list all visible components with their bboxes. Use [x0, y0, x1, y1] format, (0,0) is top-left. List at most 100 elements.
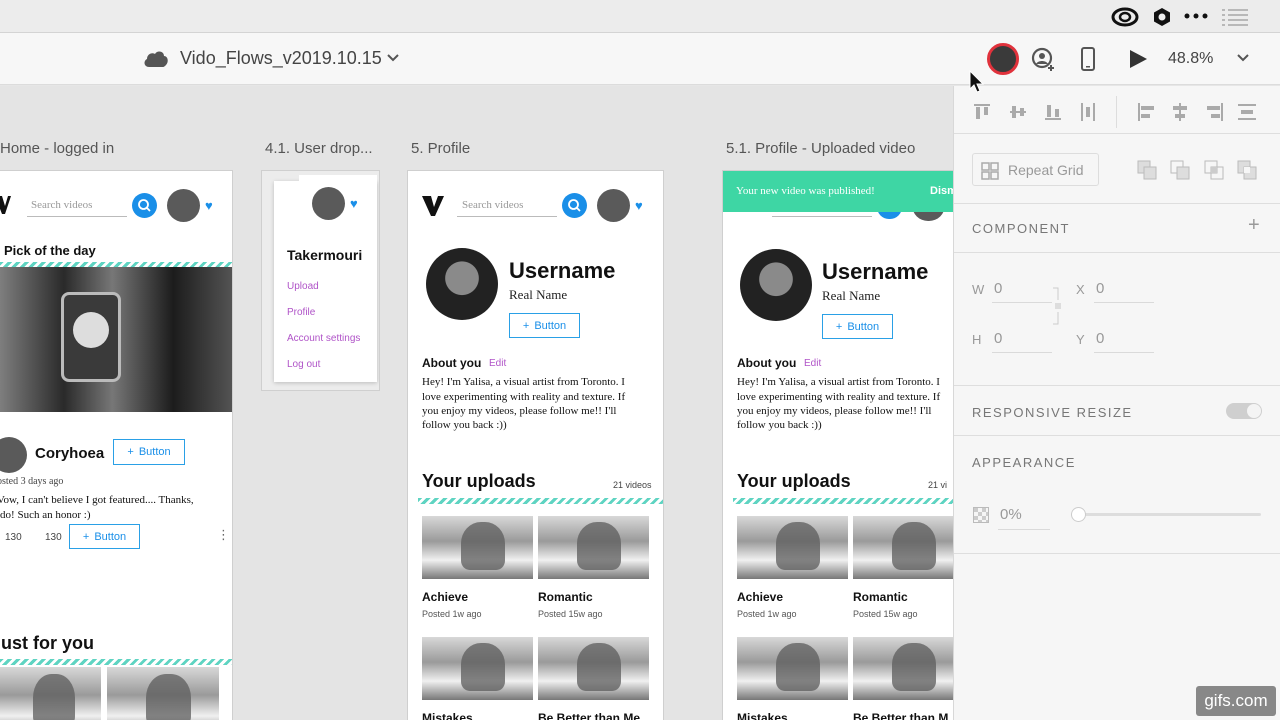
search-underline	[772, 216, 872, 217]
search-input[interactable]: Search videos	[31, 199, 92, 211]
align-right-icon[interactable]	[1204, 102, 1224, 122]
video-thumbnail[interactable]	[737, 516, 848, 579]
mobile-preview-icon[interactable]	[1081, 47, 1095, 71]
video-thumbnail[interactable]	[422, 637, 533, 700]
artboard-profile[interactable]: Search videos ♥ Username Real Name + Butt…	[407, 170, 664, 720]
video-thumbnail[interactable]	[538, 637, 649, 700]
section-divider	[954, 133, 1280, 134]
menu-item-log-out[interactable]: Log out	[287, 359, 320, 370]
video-meta: Posted 1w ago	[737, 609, 797, 619]
bio-line-3: you enjoy my videos, please follow me!! …	[737, 405, 932, 417]
vido-logo-icon	[422, 196, 444, 216]
section-divider	[954, 252, 1280, 253]
video-thumbnail[interactable]	[853, 637, 953, 700]
menu-item-profile[interactable]: Profile	[287, 307, 315, 318]
list-icon[interactable]	[1222, 7, 1248, 27]
boolean-add-icon[interactable]	[1137, 160, 1157, 180]
user-avatar[interactable]	[987, 43, 1019, 75]
width-input[interactable]: 0	[994, 280, 1002, 297]
more-dots-icon[interactable]	[1184, 13, 1208, 19]
action-button[interactable]: + Button	[69, 524, 140, 549]
height-input[interactable]: 0	[994, 330, 1002, 347]
zoom-level[interactable]: 48.8%	[1168, 50, 1213, 68]
video-title[interactable]: Mistakes	[422, 711, 473, 720]
more-options-icon[interactable]: ⋮	[217, 527, 230, 543]
heart-icon[interactable]: ♥	[635, 198, 643, 213]
search-icon	[138, 199, 151, 212]
video-title[interactable]: Romantic	[853, 590, 908, 604]
video-thumbnail[interactable]	[422, 516, 533, 579]
distribute-horizontal-icon[interactable]	[1079, 102, 1097, 122]
menu-item-account-settings[interactable]: Account settings	[287, 333, 360, 344]
video-title[interactable]: Achieve	[737, 590, 783, 604]
video-thumbnail[interactable]	[538, 516, 649, 579]
video-title[interactable]: Achieve	[422, 590, 468, 604]
author-name[interactable]: Coryhoea	[35, 445, 104, 462]
artboard-dropdown[interactable]: ♥ Takermouri Upload Profile Account sett…	[261, 170, 380, 391]
align-top-icon[interactable]	[973, 102, 991, 122]
opacity-slider-track[interactable]	[1071, 507, 1261, 522]
boolean-exclude-icon[interactable]	[1237, 160, 1257, 180]
opacity-slider-thumb[interactable]	[1071, 507, 1086, 522]
search-button[interactable]	[562, 193, 587, 218]
component-heading: COMPONENT	[972, 221, 1070, 236]
artboard-label-profile[interactable]: 5. Profile	[411, 140, 470, 157]
profile-avatar[interactable]	[740, 249, 812, 321]
lock-aspect-icon[interactable]	[1052, 286, 1064, 326]
video-thumbnail[interactable]	[0, 667, 101, 720]
profile-avatar[interactable]	[426, 248, 498, 320]
edit-about-link[interactable]: Edit	[489, 358, 506, 369]
artboard-label-profile-uploaded[interactable]: 5.1. Profile - Uploaded video	[726, 140, 915, 157]
x-input[interactable]: 0	[1096, 280, 1104, 297]
artboard-home[interactable]: Search videos ♥ Pick of the day Coryhoea…	[0, 170, 233, 720]
like-count[interactable]: 130	[5, 532, 22, 543]
align-left-icon[interactable]	[1137, 102, 1157, 122]
artboard-profile-uploaded[interactable]: Your new video was published! Dism Usern…	[722, 170, 953, 720]
video-title[interactable]: Be Better than M	[853, 711, 948, 720]
bio-line-1: Hey! I'm Yalisa, a visual artist from To…	[737, 376, 940, 388]
creative-cloud-icon[interactable]	[1111, 7, 1139, 27]
avatar[interactable]	[597, 189, 630, 222]
align-bottom-icon[interactable]	[1044, 102, 1062, 122]
document-title[interactable]: Vido_Flows_v2019.10.15	[180, 48, 382, 69]
video-title[interactable]: Be Better than Me	[538, 711, 640, 720]
boolean-intersect-icon[interactable]	[1204, 160, 1224, 180]
distribute-vertical-icon[interactable]	[1237, 102, 1257, 122]
hexagon-app-icon[interactable]	[1152, 7, 1172, 27]
boolean-subtract-icon[interactable]	[1170, 160, 1190, 180]
profile-button[interactable]: + Button	[509, 313, 580, 338]
responsive-resize-toggle[interactable]	[1226, 403, 1262, 419]
repeat-grid-button[interactable]: Repeat Grid	[972, 153, 1099, 186]
heart-icon[interactable]: ♥	[350, 196, 358, 211]
artboard-label-dropdown[interactable]: 4.1. User drop...	[265, 140, 373, 157]
opacity-input[interactable]: 0%	[1000, 506, 1022, 523]
zoom-chevron-icon[interactable]	[1236, 53, 1250, 63]
video-thumbnail[interactable]	[853, 516, 953, 579]
width-underline	[992, 302, 1052, 303]
chevron-down-icon[interactable]	[386, 53, 400, 63]
toast-dismiss-button[interactable]: Dism	[930, 185, 953, 197]
video-title[interactable]: Romantic	[538, 590, 593, 604]
search-input[interactable]: Search videos	[462, 199, 523, 211]
video-thumbnail[interactable]	[737, 637, 848, 700]
add-user-icon[interactable]	[1031, 47, 1057, 73]
video-title[interactable]: Mistakes	[737, 711, 788, 720]
avatar[interactable]	[167, 189, 200, 222]
design-canvas[interactable]: Home - logged in Search videos ♥ Pick of…	[0, 86, 953, 720]
align-middle-icon[interactable]	[1009, 102, 1027, 122]
follow-button[interactable]: + Button	[113, 439, 185, 465]
y-input[interactable]: 0	[1096, 330, 1104, 347]
featured-image[interactable]	[0, 267, 232, 412]
menu-item-upload[interactable]: Upload	[287, 281, 319, 292]
align-center-icon[interactable]	[1170, 102, 1190, 122]
search-button[interactable]	[132, 193, 157, 218]
author-avatar[interactable]	[0, 437, 27, 473]
edit-about-link[interactable]: Edit	[804, 358, 821, 369]
profile-button[interactable]: + Button	[822, 314, 893, 339]
video-thumbnail[interactable]	[107, 667, 219, 720]
add-component-icon[interactable]: +	[1248, 214, 1260, 237]
artboard-label-home[interactable]: Home - logged in	[0, 140, 114, 157]
avatar[interactable]	[312, 187, 345, 220]
play-icon[interactable]	[1128, 49, 1148, 69]
heart-icon[interactable]: ♥	[205, 198, 213, 213]
